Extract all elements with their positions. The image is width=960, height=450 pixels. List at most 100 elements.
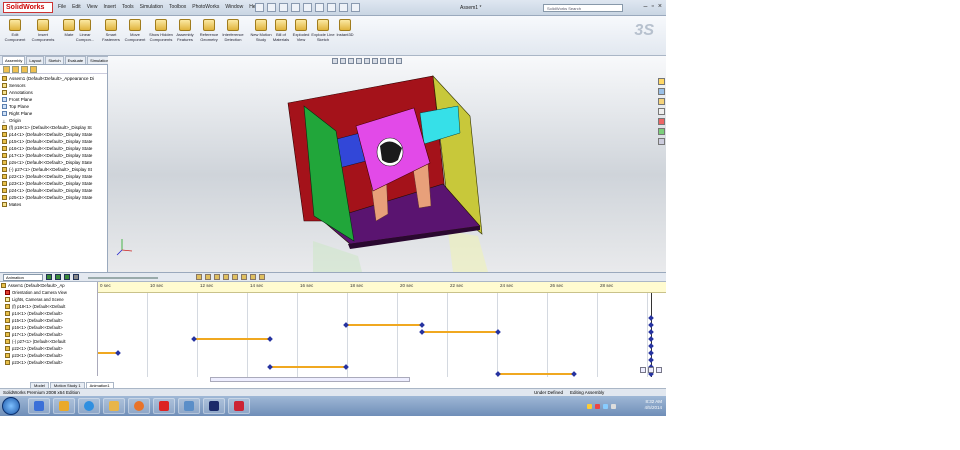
tray-icon-1[interactable]: [587, 404, 592, 409]
menu-photoworks[interactable]: PhotoWorks: [192, 4, 219, 10]
clock[interactable]: 8:32 AM 4/5/2014: [644, 399, 662, 411]
motion-tree-item[interactable]: p23<1> (Default<<Default>: [0, 352, 97, 359]
motion-tree-item[interactable]: p22<1> (Default<<Default>: [0, 345, 97, 352]
end-keyframe-icon[interactable]: [648, 315, 654, 321]
spring-icon[interactable]: [232, 274, 238, 280]
redo-icon[interactable]: [315, 3, 324, 12]
taskbar-app-1[interactable]: [28, 398, 50, 414]
rebuild-icon[interactable]: [339, 3, 348, 12]
zoom-out-icon[interactable]: [648, 367, 654, 373]
calculate-icon[interactable]: [46, 274, 52, 280]
custom-properties-icon[interactable]: [658, 138, 665, 145]
end-keyframe-icon[interactable]: [648, 357, 654, 363]
end-keyframe-icon[interactable]: [648, 343, 654, 349]
end-keyframe-icon[interactable]: [648, 336, 654, 342]
study-type-select[interactable]: Animation: [3, 274, 43, 281]
keyframe-icon[interactable]: [267, 336, 273, 342]
end-keyframe-icon[interactable]: [648, 350, 654, 356]
zoom-fit-icon[interactable]: [656, 367, 662, 373]
search-input[interactable]: SolidWorks Search: [543, 4, 623, 12]
animation-wizard-icon[interactable]: [214, 274, 220, 280]
tree-item[interactable]: p15<1> (Default<<Default>_Display State: [2, 138, 105, 145]
taskbar-app-5[interactable]: [128, 398, 150, 414]
search-icon[interactable]: [658, 108, 665, 115]
taskbar-app-4[interactable]: [103, 398, 125, 414]
options-icon[interactable]: [351, 3, 360, 12]
tree-item[interactable]: p16<1> (Default<<Default>_Display State: [2, 145, 105, 152]
ribbon-button[interactable]: Assembly Features: [172, 19, 198, 42]
tree-item[interactable]: Mates: [2, 201, 105, 208]
tree-item[interactable]: p24<1> (Default<<Default>_Display State: [2, 187, 105, 194]
keyframe-bar[interactable]: [270, 366, 346, 368]
menu-insert[interactable]: Insert: [103, 4, 116, 10]
timeline[interactable]: 0 sec 10 sec 12 sec 14 sec 16 sec 18 sec 20 se…: [98, 282, 666, 377]
motion-tree-item[interactable]: p17<1> (Default<<Default>: [0, 331, 97, 338]
keyframe-icon[interactable]: [419, 322, 425, 328]
tree-item[interactable]: Assem1 (Default<Default>_Appearance Di: [2, 75, 105, 82]
tree-item[interactable]: Sensors: [2, 82, 105, 89]
view-palette-icon[interactable]: [658, 118, 665, 125]
configuration-manager-icon[interactable]: [21, 66, 28, 73]
motion-tree-item[interactable]: p14<1> (Default<<Default>: [0, 310, 97, 317]
tree-item[interactable]: Annotations: [2, 89, 105, 96]
motion-tree-item[interactable]: Assem1 (Default<Default>_Ap: [0, 282, 97, 289]
new-icon[interactable]: [255, 3, 264, 12]
play-from-start-icon[interactable]: [55, 274, 61, 280]
results-icon[interactable]: [259, 274, 265, 280]
ribbon-button[interactable]: Move Component: [122, 19, 148, 42]
tab-sketch[interactable]: Sketch: [45, 56, 64, 64]
keyframe-icon[interactable]: [571, 371, 577, 377]
timeline-scrollbar[interactable]: [210, 377, 410, 382]
graphics-area[interactable]: [108, 56, 666, 272]
motion-tree-item[interactable]: p16<1> (Default<<Default>: [0, 324, 97, 331]
tree-item[interactable]: Right Plane: [2, 110, 105, 117]
select-icon[interactable]: [327, 3, 336, 12]
tree-item[interactable]: p2s<1> (Default<<Default>_Display State: [2, 159, 105, 166]
playback-speed-slider[interactable]: [88, 277, 158, 279]
menu-window[interactable]: Window: [225, 4, 243, 10]
tray-icon-4[interactable]: [611, 404, 616, 409]
tab-evaluate[interactable]: Evaluate: [64, 56, 87, 64]
print-icon[interactable]: [291, 3, 300, 12]
design-library-icon[interactable]: [658, 88, 665, 95]
undo-icon[interactable]: [303, 3, 312, 12]
time-ruler[interactable]: 0 sec 10 sec 12 sec 14 sec 16 sec 18 sec 20 se…: [98, 282, 666, 293]
motion-tree-item[interactable]: Lights, Cameras and Scene: [0, 296, 97, 303]
zoom-in-icon[interactable]: [640, 367, 646, 373]
keyframe-bar[interactable]: [346, 324, 422, 326]
resources-icon[interactable]: [658, 78, 665, 85]
taskbar-app-6[interactable]: [153, 398, 175, 414]
tray-icon-3[interactable]: [603, 404, 608, 409]
taskbar-app-7[interactable]: [178, 398, 200, 414]
end-keyframe-icon[interactable]: [648, 329, 654, 335]
taskbar-app-2[interactable]: [53, 398, 75, 414]
keyframe-bar[interactable]: [422, 331, 498, 333]
tree-item[interactable]: ⊥ Origin: [2, 117, 105, 124]
motor-icon[interactable]: [223, 274, 229, 280]
tree-item[interactable]: p14<1> (Default<<Default>_Display State: [2, 131, 105, 138]
ribbon-button[interactable]: Insert Components: [30, 19, 56, 42]
assembly-model[interactable]: [108, 56, 666, 272]
tree-item[interactable]: p22<1> (Default<<Default>_Display State: [2, 173, 105, 180]
save-icon[interactable]: [279, 3, 288, 12]
tab-assembly[interactable]: Assembly: [2, 56, 26, 64]
tree-item[interactable]: p17<1> (Default<<Default>_Display State: [2, 152, 105, 159]
ribbon-button[interactable]: Linear Compon...: [72, 19, 98, 42]
tree-item[interactable]: (-) p27<1> (Default<<Default>_Display St: [2, 166, 105, 173]
motion-tree-item[interactable]: p15<1> (Default<<Default>: [0, 317, 97, 324]
tree-item[interactable]: p25<1> (Default<<Default>_Display State: [2, 194, 105, 201]
ribbon-button[interactable]: Edit Component: [2, 19, 28, 42]
play-icon[interactable]: [64, 274, 70, 280]
taskbar-app-3[interactable]: [78, 398, 100, 414]
taskbar-app-8[interactable]: [203, 398, 225, 414]
ribbon-button[interactable]: Show Hidden Components: [148, 19, 174, 42]
tree-item[interactable]: Front Plane: [2, 96, 105, 103]
menu-view[interactable]: View: [87, 4, 98, 10]
motion-tree-item[interactable]: p23<1> (Default<<Default>: [0, 359, 97, 366]
ribbon-button[interactable]: Interference Detection: [220, 19, 246, 42]
ribbon-button[interactable]: Reference Geometry: [196, 19, 222, 42]
tree-item[interactable]: p23<1> (Default<<Default>_Display State: [2, 180, 105, 187]
appearances-icon[interactable]: [658, 128, 665, 135]
dim-expert-icon[interactable]: [30, 66, 37, 73]
taskbar-app-9[interactable]: [228, 398, 250, 414]
